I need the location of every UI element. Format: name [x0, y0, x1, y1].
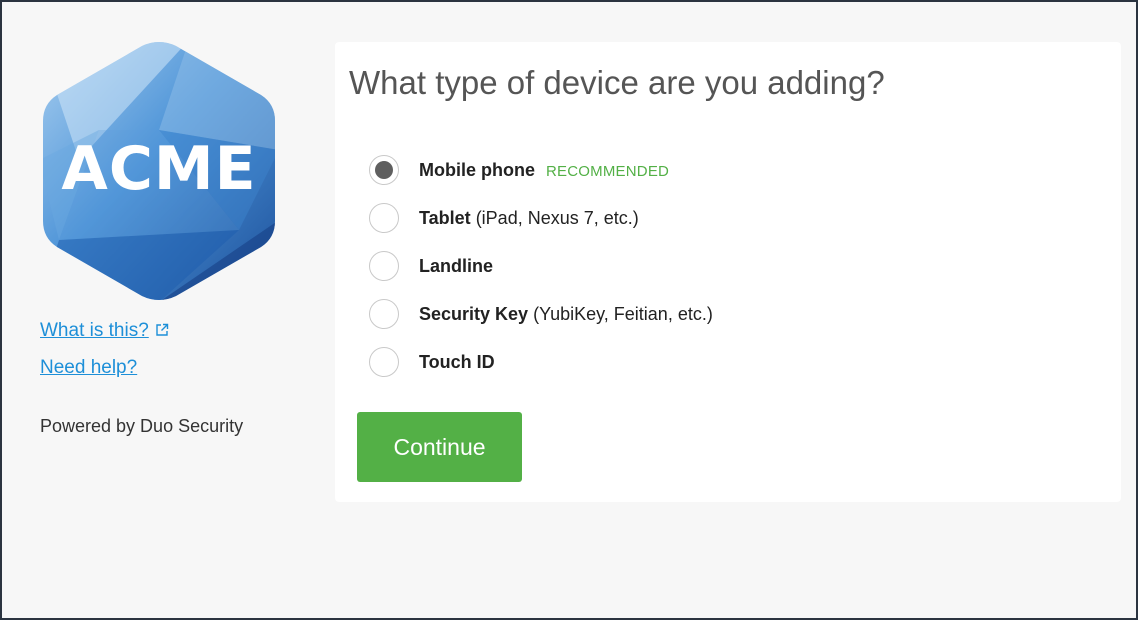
option-hint: (iPad, Nexus 7, etc.)	[475, 207, 639, 228]
option-tablet[interactable]: Tablet (iPad, Nexus 7, etc.)	[369, 194, 713, 242]
option-label: Security Key (YubiKey, Feitian, etc.)	[419, 304, 713, 325]
logo-text: ACME	[61, 134, 257, 204]
option-name: Security Key	[419, 303, 529, 324]
option-name: Landline	[419, 255, 494, 276]
option-label: Mobile phone RECOMMENDED	[419, 160, 669, 181]
radio-tablet[interactable]	[369, 203, 399, 233]
need-help-link[interactable]: Need help?	[40, 357, 169, 379]
option-label: Tablet (iPad, Nexus 7, etc.)	[419, 208, 639, 229]
device-options: Mobile phone RECOMMENDED Tablet (iPad, N…	[369, 146, 713, 386]
radio-selected-dot	[375, 161, 393, 179]
radio-mobile-phone[interactable]	[369, 155, 399, 185]
radio-landline[interactable]	[369, 251, 399, 281]
page-frame: ACME What is this? Need help? Powered by…	[0, 0, 1138, 620]
acme-logo: ACME	[39, 40, 279, 302]
option-hint: (YubiKey, Feitian, etc.)	[533, 303, 713, 324]
help-links: What is this? Need help?	[40, 320, 169, 379]
option-security-key[interactable]: Security Key (YubiKey, Feitian, etc.)	[369, 290, 713, 338]
radio-touch-id[interactable]	[369, 347, 399, 377]
option-label: Touch ID	[419, 352, 495, 373]
what-is-this-label: What is this?	[40, 320, 149, 341]
option-landline[interactable]: Landline	[369, 242, 713, 290]
option-name: Touch ID	[419, 351, 495, 372]
powered-by-text: Powered by Duo Security	[40, 416, 244, 436]
continue-button[interactable]: Continue	[357, 412, 522, 482]
option-name: Tablet	[419, 207, 471, 228]
radio-security-key[interactable]	[369, 299, 399, 329]
option-mobile-phone[interactable]: Mobile phone RECOMMENDED	[369, 146, 713, 194]
external-link-icon	[155, 321, 169, 343]
page-title: What type of device are you adding?	[349, 64, 885, 101]
option-label: Landline	[419, 256, 493, 277]
option-touch-id[interactable]: Touch ID	[369, 338, 713, 386]
what-is-this-link[interactable]: What is this?	[40, 320, 169, 343]
recommended-badge: RECOMMENDED	[546, 162, 670, 180]
device-type-panel: What type of device are you adding? Mobi…	[335, 42, 1121, 502]
option-name: Mobile phone	[419, 159, 535, 180]
